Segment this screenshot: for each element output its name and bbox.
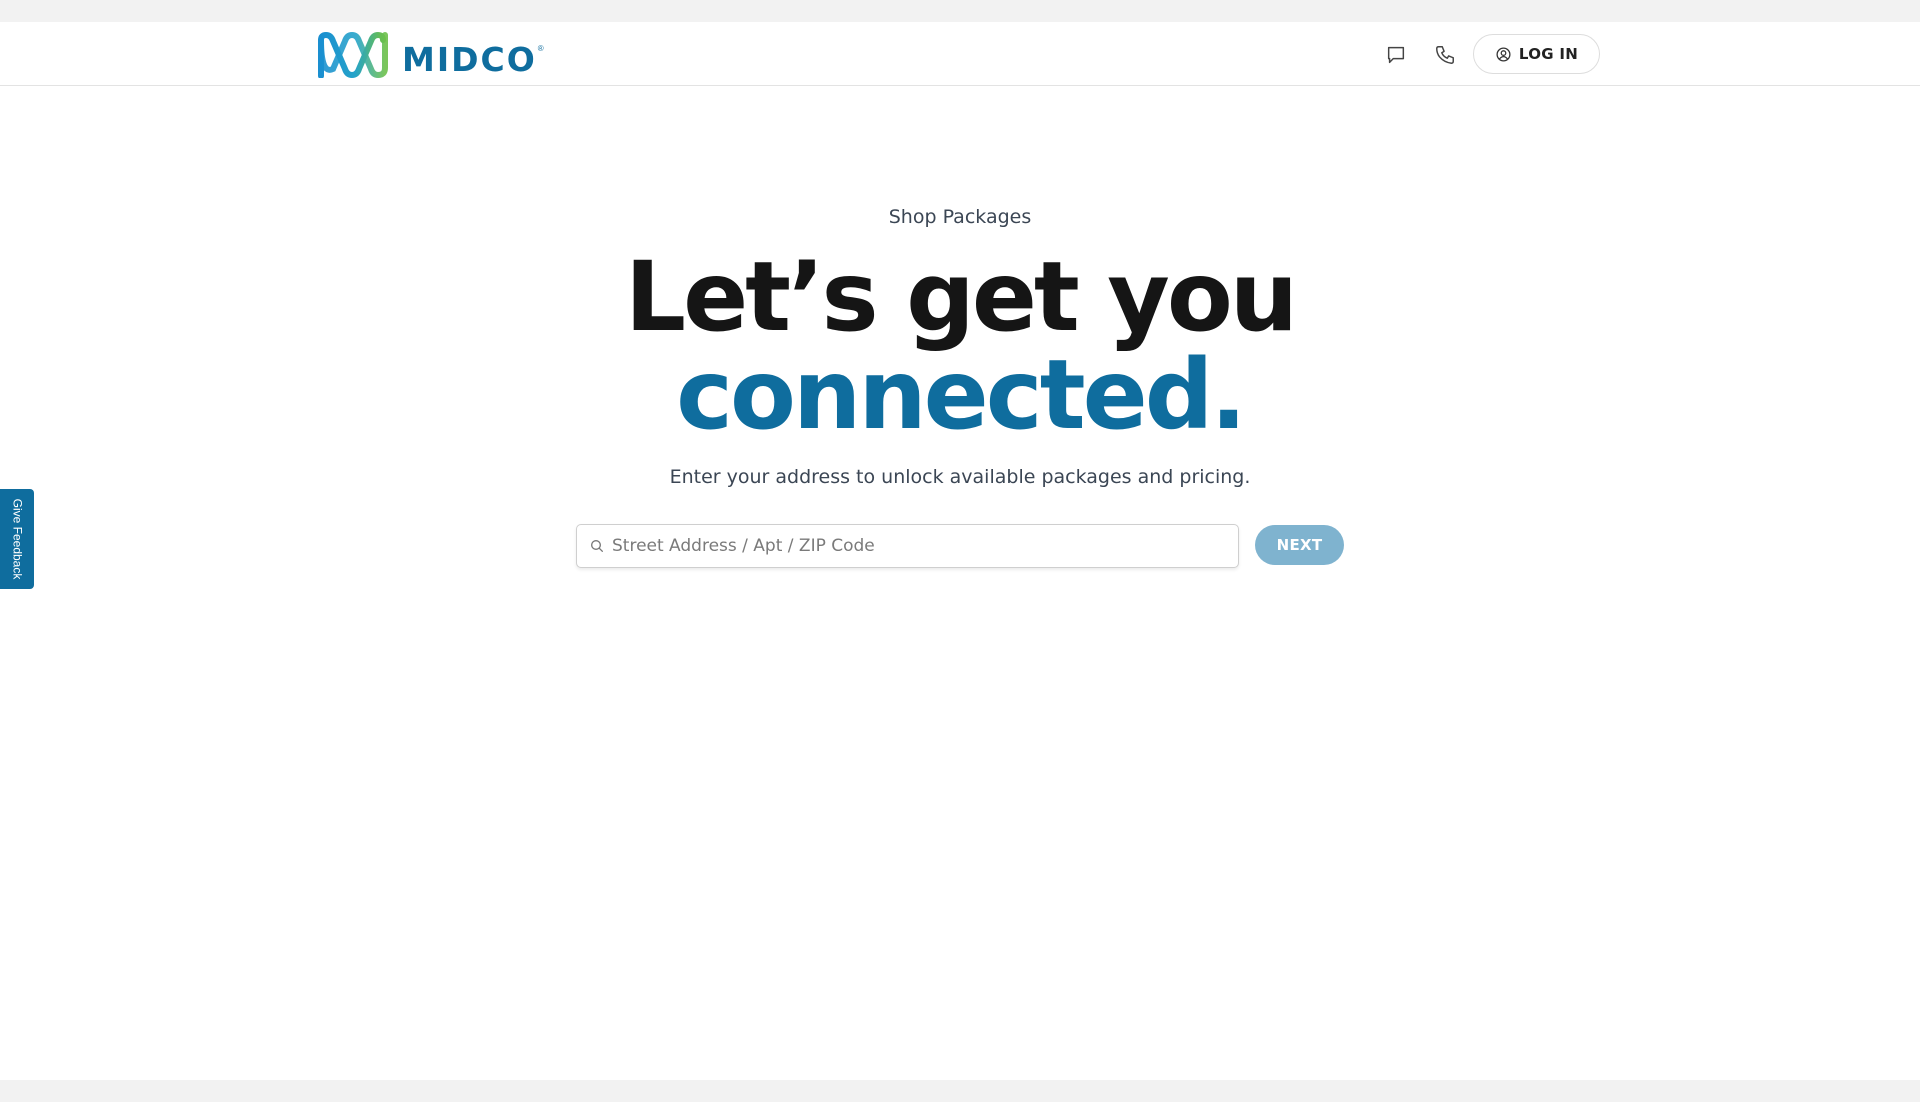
logo-text: MIDCO [402, 40, 537, 79]
site-header: MIDCO ® LOG IN [0, 22, 1920, 86]
eyebrow-text: Shop Packages [888, 206, 1032, 228]
user-circle-icon [1496, 46, 1511, 62]
hero-subtext: Enter your address to unlock available p… [669, 466, 1251, 488]
chat-icon [1387, 46, 1405, 64]
address-search-field[interactable] [576, 524, 1239, 568]
phone-icon [1436, 46, 1454, 64]
login-label: LOG IN [1518, 45, 1579, 63]
give-feedback-label: Give Feedback [10, 498, 24, 580]
midco-logo-mark-icon [318, 32, 388, 78]
midco-logo[interactable]: MIDCO ® [318, 30, 544, 78]
address-search-input[interactable] [612, 526, 1238, 566]
headline-line-2: connected. [676, 339, 1247, 451]
chat-button[interactable] [1383, 42, 1409, 68]
page-headline: Let’s get you connected. [0, 248, 1920, 444]
phone-button[interactable] [1432, 42, 1458, 68]
next-button[interactable]: NEXT [1255, 525, 1344, 565]
login-button[interactable]: LOG IN [1473, 34, 1600, 74]
logo-registered-mark: ® [537, 44, 544, 53]
headline-line-1: Let’s get you [624, 241, 1298, 353]
search-icon [588, 537, 606, 555]
page: MIDCO ® LOG IN Shop Packages Let’s get y… [0, 22, 1920, 1080]
give-feedback-tab[interactable]: Give Feedback [0, 489, 34, 589]
